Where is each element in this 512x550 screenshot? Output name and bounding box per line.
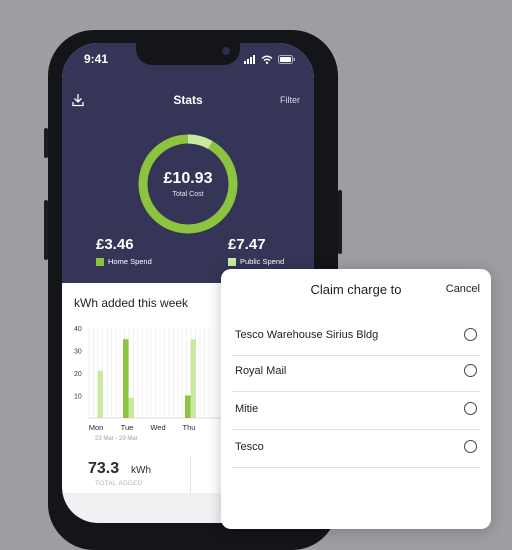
x-tick-label: Mon [89,423,104,432]
y-tick-label: 40 [74,326,82,333]
total-added-label: TOTAL ADDED [95,480,143,487]
side-button-left [44,200,48,260]
claim-option-label: Tesco Warehouse Sirius Bldg [235,329,379,341]
total-cost-value: £10.93 [163,170,213,187]
bar-tue[interactable] [123,339,129,418]
bar-mon[interactable] [97,370,104,418]
wifi-icon [261,55,273,64]
bar-thu[interactable] [185,395,191,419]
camera [222,47,230,55]
signal-icon [244,55,255,64]
stats-header: 9:41 Stats Filter £10.93 Total Cost £3.4… [62,43,314,283]
total-added-unit: kWh [131,465,151,476]
claim-option[interactable]: Mitie [232,391,480,430]
status-time: 9:41 [84,52,109,66]
claim-option-label: Tesco [235,441,264,453]
home-spend-value: £3.46 [96,236,134,253]
x-tick-label: Wed [150,423,165,432]
public-spend-legend: Public Spend [228,257,284,266]
public-spend-label: Public Spend [240,257,285,266]
claim-option-radio[interactable] [464,328,477,341]
claim-option-label: Mitie [235,403,259,415]
claim-option[interactable]: Tesco Warehouse Sirius Bldg [232,317,480,356]
home-spend-label: Home Spend [108,257,152,266]
filter-button[interactable]: Filter [280,95,300,105]
date-range: 23 Mar - 29 Mar [95,436,138,442]
y-tick-label: 30 [74,349,82,356]
side-button-left [44,128,48,158]
bar-tue[interactable] [128,397,135,418]
public-spend-value: £7.47 [228,236,266,253]
side-button-right [338,190,342,254]
total-added-value: 73.3 [88,460,120,477]
status-icons [244,55,296,64]
claim-option[interactable]: Royal Mail [232,353,480,392]
y-tick-label: 10 [74,394,82,401]
page-title: Stats [173,93,203,107]
x-tick-label: Thu [183,423,196,432]
notch [136,43,240,65]
claim-option-radio[interactable] [464,364,477,377]
bar-thu[interactable] [190,339,197,418]
public-swatch [228,257,236,266]
stats-divider [190,457,191,493]
claim-option-label: Royal Mail [235,365,287,377]
y-tick-label: 20 [74,371,82,378]
x-tick-label: Tue [121,423,134,432]
weekly-title: kWh added this week [74,296,189,310]
total-cost-label: Total Cost [172,191,204,198]
home-spend-legend: Home Spend [96,257,152,266]
home-swatch [96,257,104,266]
claim-option-radio[interactable] [464,440,477,453]
claim-option-radio[interactable] [464,402,477,415]
battery-icon [278,55,295,64]
claim-option[interactable]: Tesco [232,429,480,468]
cancel-button[interactable]: Cancel [446,283,480,295]
claim-sheet: Claim charge to Cancel Tesco Warehouse S… [221,269,491,529]
